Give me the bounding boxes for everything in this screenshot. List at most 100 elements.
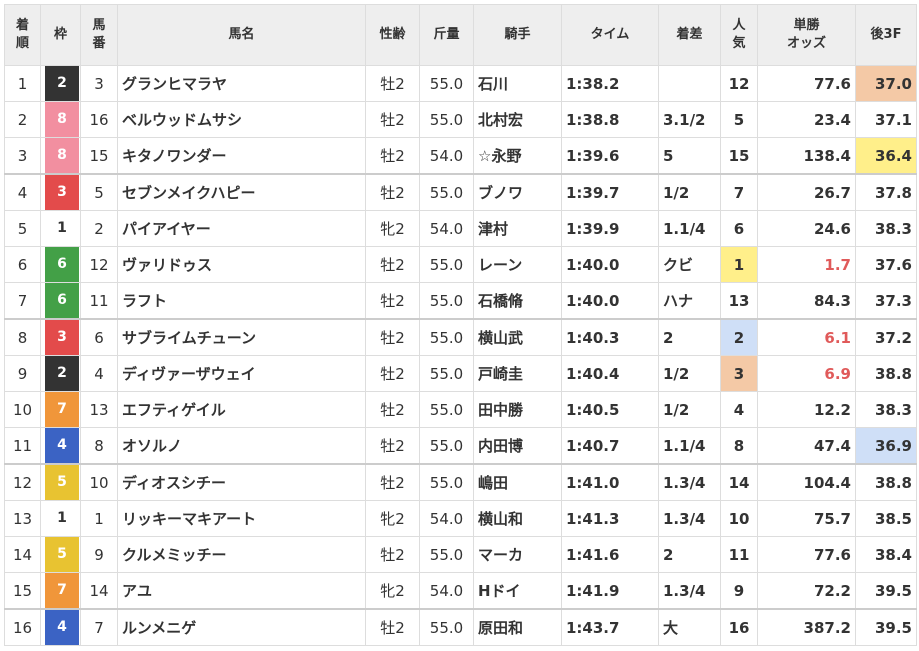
horse-name-link[interactable]: ベルウッドムサシ bbox=[117, 101, 366, 138]
horse-number: 10 bbox=[80, 463, 118, 501]
horse-number: 15 bbox=[80, 137, 118, 175]
race-time: 1:41.0 bbox=[561, 463, 659, 501]
jockey-link[interactable]: 横山和 bbox=[473, 500, 562, 537]
horse-name-link[interactable]: オソルノ bbox=[117, 427, 366, 465]
jockey-link[interactable]: 原田和 bbox=[473, 608, 562, 646]
header-umaban: 馬番 bbox=[80, 4, 118, 66]
horse-name-link[interactable]: リッキーマキアート bbox=[117, 500, 366, 537]
sex-age: 牡2 bbox=[365, 536, 420, 573]
jockey-link[interactable]: 内田博 bbox=[473, 427, 562, 465]
finish-rank: 2 bbox=[4, 101, 41, 138]
horse-name-link[interactable]: アユ bbox=[117, 572, 366, 610]
gate-badge: 2 bbox=[45, 356, 79, 391]
gate-badge: 3 bbox=[45, 175, 79, 210]
carried-weight: 55.0 bbox=[419, 608, 474, 646]
table-row: 9 2 4 ディヴァーザウェイ 牡2 55.0 戸崎圭 1:40.4 1/2 3 6.9 38.8 bbox=[4, 355, 917, 392]
sex-age: 牡2 bbox=[365, 282, 420, 320]
finish-margin: 3.1/2 bbox=[658, 101, 721, 138]
sex-age: 牡2 bbox=[365, 391, 420, 428]
carried-weight: 55.0 bbox=[419, 65, 474, 102]
popularity-rank: 1 bbox=[720, 246, 758, 283]
race-time: 1:40.0 bbox=[561, 282, 659, 320]
horse-name-link[interactable]: ルンメニゲ bbox=[117, 608, 366, 646]
table-row: 8 3 6 サブライムチューン 牡2 55.0 横山武 1:40.3 2 2 6.1 37.2 bbox=[4, 318, 917, 356]
sex-age: 牝2 bbox=[365, 210, 420, 247]
last-3f-time: 39.5 bbox=[855, 608, 917, 646]
horse-name-link[interactable]: キタノワンダー bbox=[117, 137, 366, 175]
header-margin: 着差 bbox=[658, 4, 721, 66]
win-odds: 77.6 bbox=[757, 536, 856, 573]
horse-name-link[interactable]: エフティゲイル bbox=[117, 391, 366, 428]
horse-name-link[interactable]: ラフト bbox=[117, 282, 366, 320]
table-row: 12 5 10 ディオスシチー 牡2 55.0 嶋田 1:41.0 1.3/4 14 104.4 38… bbox=[4, 463, 917, 501]
gate-cell: 3 bbox=[40, 173, 81, 211]
race-time: 1:40.7 bbox=[561, 427, 659, 465]
race-time: 1:41.3 bbox=[561, 500, 659, 537]
jockey-link[interactable]: ブノワ bbox=[473, 173, 562, 211]
race-time: 1:40.3 bbox=[561, 318, 659, 356]
header-horse-name: 馬名 bbox=[117, 4, 366, 66]
jockey-link[interactable]: 田中勝 bbox=[473, 391, 562, 428]
win-odds: 6.1 bbox=[757, 318, 856, 356]
win-odds: 47.4 bbox=[757, 427, 856, 465]
last-3f-time: 38.8 bbox=[855, 463, 917, 501]
horse-name-link[interactable]: パイアイヤー bbox=[117, 210, 366, 247]
jockey-link[interactable]: レーン bbox=[473, 246, 562, 283]
popularity-rank: 16 bbox=[720, 608, 758, 646]
race-time: 1:39.6 bbox=[561, 137, 659, 175]
table-row: 3 8 15 キタノワンダー 牡2 54.0 ☆永野 1:39.6 5 15 138.4 36.4 bbox=[4, 137, 917, 175]
horse-number: 14 bbox=[80, 572, 118, 610]
horse-name-link[interactable]: クルメミッチー bbox=[117, 536, 366, 573]
finish-margin: ハナ bbox=[658, 282, 721, 320]
table-row: 16 4 7 ルンメニゲ 牡2 55.0 原田和 1:43.7 大 16 387.2 39.5 bbox=[4, 608, 917, 646]
jockey-link[interactable]: ☆永野 bbox=[473, 137, 562, 175]
last-3f-time: 38.8 bbox=[855, 355, 917, 392]
jockey-link[interactable]: 石川 bbox=[473, 65, 562, 102]
header-waku: 枠 bbox=[40, 4, 81, 66]
header-popularity: 人気 bbox=[720, 4, 758, 66]
jockey-link[interactable]: 戸崎圭 bbox=[473, 355, 562, 392]
sex-age: 牡2 bbox=[365, 427, 420, 465]
race-results-table: 着順 枠 馬番 馬名 性齢 斤量 騎手 タイム 着差 人気 単勝 オッズ 後3F … bbox=[4, 4, 917, 646]
carried-weight: 55.0 bbox=[419, 463, 474, 501]
finish-rank: 10 bbox=[4, 391, 41, 428]
jockey-link[interactable]: 石橋脩 bbox=[473, 282, 562, 320]
horse-name-link[interactable]: ディオスシチー bbox=[117, 463, 366, 501]
header-win-odds: 単勝 オッズ bbox=[757, 4, 856, 66]
gate-badge: 4 bbox=[45, 610, 79, 645]
gate-badge: 5 bbox=[45, 537, 79, 572]
jockey-link[interactable]: 嶋田 bbox=[473, 463, 562, 501]
horse-name-link[interactable]: サブライムチューン bbox=[117, 318, 366, 356]
gate-badge: 6 bbox=[45, 247, 79, 282]
gate-badge: 2 bbox=[45, 66, 79, 101]
win-odds: 12.2 bbox=[757, 391, 856, 428]
header-jockey: 騎手 bbox=[473, 4, 562, 66]
jockey-link[interactable]: マーカ bbox=[473, 536, 562, 573]
finish-margin: 1.3/4 bbox=[658, 500, 721, 537]
race-time: 1:39.9 bbox=[561, 210, 659, 247]
last-3f-time: 37.1 bbox=[855, 101, 917, 138]
horse-number: 8 bbox=[80, 427, 118, 465]
jockey-link[interactable]: 津村 bbox=[473, 210, 562, 247]
popularity-rank: 8 bbox=[720, 427, 758, 465]
jockey-link[interactable]: Hドイ bbox=[473, 572, 562, 610]
horse-name-link[interactable]: ディヴァーザウェイ bbox=[117, 355, 366, 392]
finish-margin: 1.1/4 bbox=[658, 427, 721, 465]
horse-number: 16 bbox=[80, 101, 118, 138]
gate-badge: 7 bbox=[45, 573, 79, 608]
header-sex-age: 性齢 bbox=[365, 4, 420, 66]
carried-weight: 55.0 bbox=[419, 282, 474, 320]
gate-cell: 4 bbox=[40, 427, 81, 465]
race-time: 1:43.7 bbox=[561, 608, 659, 646]
jockey-link[interactable]: 横山武 bbox=[473, 318, 562, 356]
horse-number: 12 bbox=[80, 246, 118, 283]
sex-age: 牡2 bbox=[365, 318, 420, 356]
horse-name-link[interactable]: ヴァリドゥス bbox=[117, 246, 366, 283]
finish-rank: 5 bbox=[4, 210, 41, 247]
finish-rank: 7 bbox=[4, 282, 41, 320]
horse-name-link[interactable]: グランヒマラヤ bbox=[117, 65, 366, 102]
popularity-rank: 4 bbox=[720, 391, 758, 428]
finish-margin: 1.1/4 bbox=[658, 210, 721, 247]
horse-name-link[interactable]: セブンメイクハピー bbox=[117, 173, 366, 211]
jockey-link[interactable]: 北村宏 bbox=[473, 101, 562, 138]
